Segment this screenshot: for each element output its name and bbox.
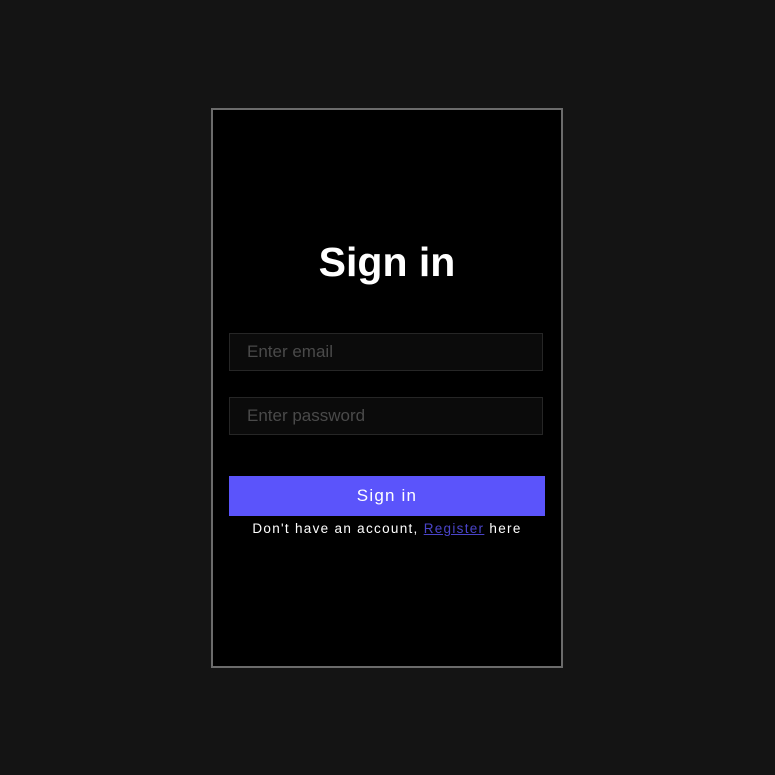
register-prompt-suffix: here bbox=[489, 521, 522, 536]
register-prompt-prefix: Don't have an account, bbox=[252, 521, 419, 536]
email-input[interactable] bbox=[229, 333, 543, 371]
sign-in-button[interactable]: Sign in bbox=[229, 476, 545, 516]
signin-card: Sign in Sign in Don't have an account, R… bbox=[211, 108, 563, 668]
password-input[interactable] bbox=[229, 397, 543, 435]
page-title: Sign in bbox=[318, 239, 456, 285]
register-prompt: Don't have an account, Register here bbox=[213, 520, 561, 538]
register-link[interactable]: Register bbox=[424, 521, 485, 536]
